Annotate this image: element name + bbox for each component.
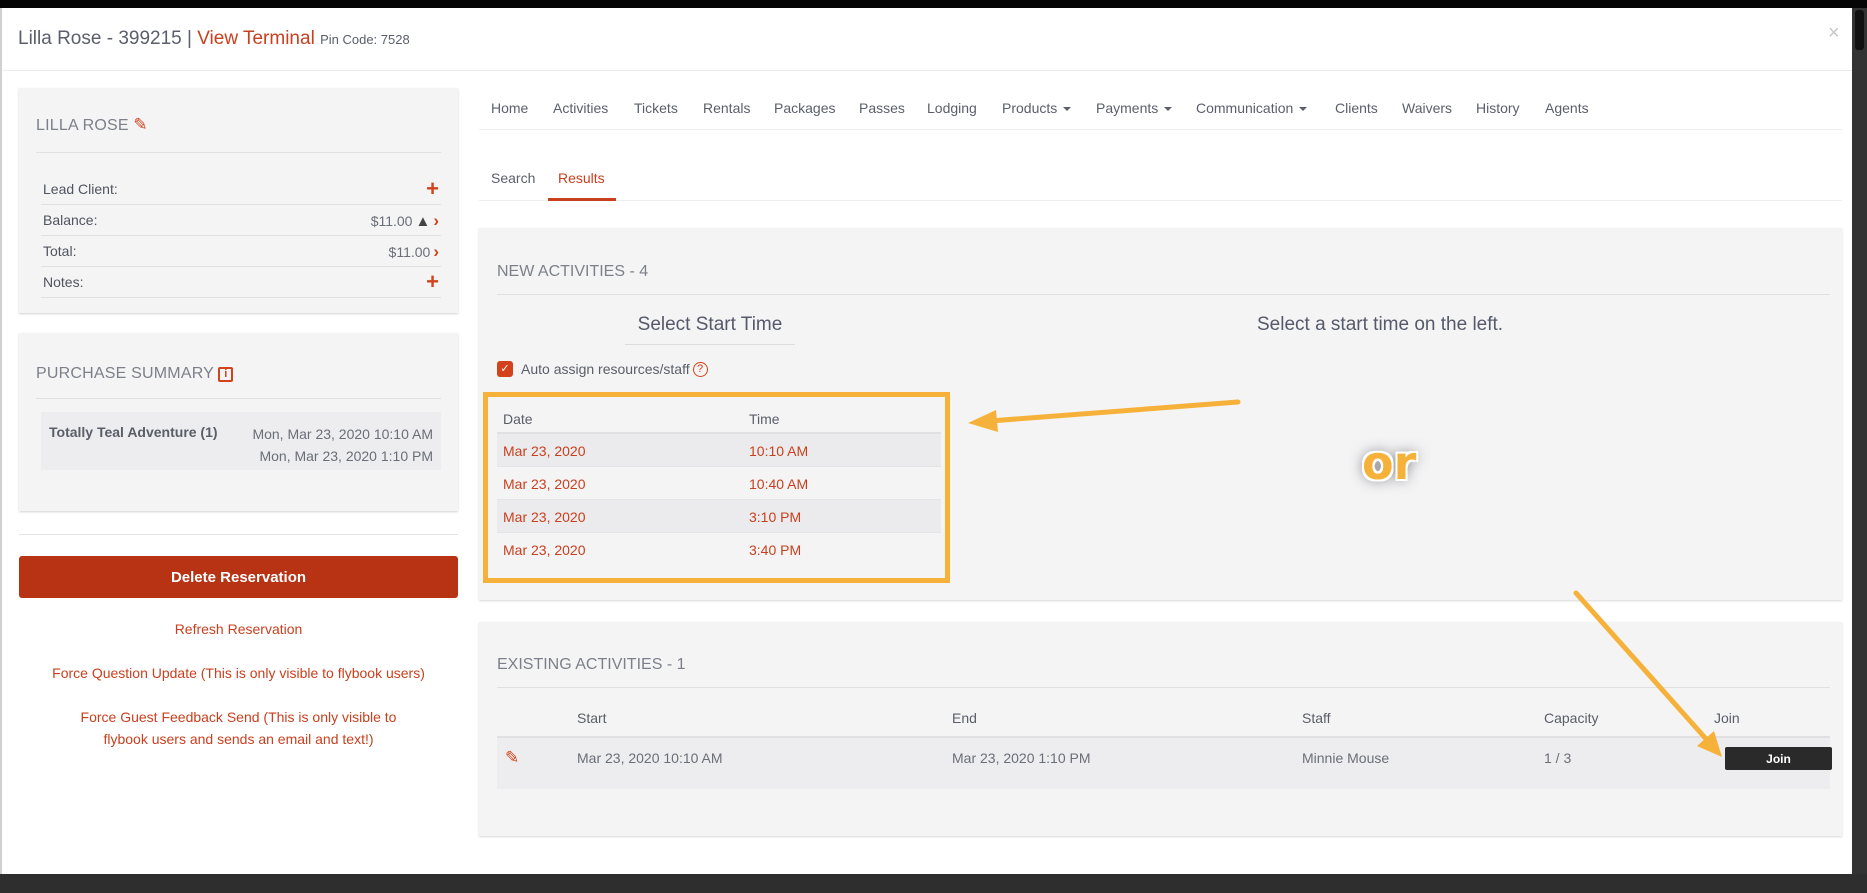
divider: [497, 687, 1830, 688]
select-start-prompt: Select a start time on the left.: [1257, 314, 1504, 335]
window-bottom-bar: [0, 874, 1867, 893]
nav-products[interactable]: Products: [1002, 100, 1072, 116]
new-activities-title: NEW ACTIVITIES - 4: [497, 263, 649, 280]
lead-client-label: Lead Client:: [43, 181, 118, 197]
caret-down-icon: [1063, 107, 1072, 111]
purchase-summary-heading: PURCHASE SUMMARY: [36, 365, 214, 382]
balance-label: Balance:: [43, 212, 98, 228]
existing-activities-title: EXISTING ACTIVITIES - 1: [497, 656, 686, 673]
purchase-summary-title: PURCHASE SUMMARY i: [36, 365, 234, 383]
delete-reservation-button[interactable]: Delete Reservation: [19, 556, 458, 598]
purchase-item-name: Totally Teal Adventure (1): [49, 424, 218, 440]
auto-assign-label: Auto assign resources/staff: [521, 361, 690, 377]
modal-header: Lilla Rose - 399215 | View Terminal Pin …: [2, 8, 1852, 71]
nav-rentals[interactable]: Rentals: [703, 100, 750, 116]
notes-row: Notes: +: [41, 267, 441, 298]
scrollbar-thumb[interactable]: [1855, 10, 1864, 50]
tab-results[interactable]: Results: [558, 170, 605, 186]
existing-activity-row: ✎ Mar 23, 2020 10:10 AM Mar 23, 2020 1:1…: [497, 738, 1832, 789]
purchase-summary-card: PURCHASE SUMMARY i Totally Teal Adventur…: [19, 333, 458, 511]
select-start-time-heading: Select Start Time: [625, 314, 795, 345]
column-capacity: Capacity: [1544, 710, 1599, 726]
existing-table-header: Start End Staff Capacity Join: [497, 702, 1830, 738]
auto-assign-checkbox[interactable]: ✓: [497, 361, 513, 377]
annotation-highlight-box: [483, 392, 950, 583]
view-terminal-link[interactable]: View Terminal: [197, 28, 315, 49]
divider: [497, 294, 1830, 295]
balance-row: Balance: $11.00 ▲ ›: [41, 205, 441, 236]
total-label: Total:: [43, 243, 77, 259]
column-join: Join: [1714, 710, 1740, 726]
client-card-title: LILLA ROSE ✎: [36, 115, 148, 135]
pin-code: Pin Code: 7528: [320, 32, 410, 47]
purchase-item-start: Mon, Mar 23, 2020 10:10 AM: [252, 426, 433, 442]
nav-payments[interactable]: Payments: [1096, 100, 1173, 116]
force-question-update-link[interactable]: Force Question Update (This is only visi…: [19, 662, 458, 684]
column-end: End: [952, 710, 977, 726]
client-name: LILLA ROSE: [36, 117, 129, 134]
row-end: Mar 23, 2020 1:10 PM: [952, 750, 1091, 766]
nav-history[interactable]: History: [1476, 100, 1520, 116]
tab-search[interactable]: Search: [491, 170, 535, 186]
edit-pencil-icon[interactable]: ✎: [133, 115, 147, 134]
lead-client-row: Lead Client: +: [41, 174, 441, 205]
existing-activities-panel: EXISTING ACTIVITIES - 1 Start End Staff …: [479, 622, 1842, 836]
nav-clients[interactable]: Clients: [1335, 100, 1378, 116]
window-top-bar: [0, 0, 1867, 8]
scrollbar[interactable]: [1852, 8, 1867, 874]
nav-products-label: Products: [1002, 100, 1058, 116]
join-button[interactable]: Join: [1725, 747, 1832, 770]
nav-packages[interactable]: Packages: [774, 100, 835, 116]
client-name-id: Lilla Rose - 399215: [18, 28, 182, 49]
annotation-or-label: or: [1362, 436, 1417, 490]
edit-pencil-icon[interactable]: ✎: [505, 748, 519, 768]
add-lead-client-plus-icon[interactable]: +: [426, 178, 439, 200]
row-capacity: 1 / 3: [1544, 750, 1572, 766]
active-tab-indicator: [548, 198, 616, 201]
nav-home[interactable]: Home: [491, 100, 528, 116]
info-icon[interactable]: i: [218, 367, 234, 382]
divider: [36, 152, 441, 153]
nav-communication-label: Communication: [1196, 100, 1294, 116]
nav-passes[interactable]: Passes: [859, 100, 905, 116]
balance-value: $11.00: [370, 213, 413, 229]
column-start: Start: [577, 710, 607, 726]
total-value: $11.00: [388, 244, 431, 260]
purchase-item-end: Mon, Mar 23, 2020 1:10 PM: [259, 448, 433, 464]
divider: [19, 534, 458, 535]
add-notes-plus-icon[interactable]: +: [426, 271, 439, 293]
force-guest-feedback-link[interactable]: Force Guest Feedback Send (This is only …: [19, 706, 458, 750]
nav-agents[interactable]: Agents: [1545, 100, 1589, 116]
main-nav: Home Activities Tickets Rentals Packages…: [479, 96, 1842, 130]
nav-lodging[interactable]: Lodging: [927, 100, 977, 116]
modal-title: Lilla Rose - 399215 | View Terminal Pin …: [18, 28, 410, 50]
caret-down-icon: [1299, 107, 1308, 111]
sub-tabs: Search Results: [479, 166, 1842, 201]
close-icon[interactable]: ×: [1828, 22, 1840, 45]
caret-down-icon: [1164, 107, 1173, 111]
notes-label: Notes:: [43, 274, 84, 290]
nav-activities[interactable]: Activities: [553, 100, 608, 116]
row-staff: Minnie Mouse: [1302, 750, 1390, 766]
purchase-item: Totally Teal Adventure (1) Mon, Mar 23, …: [41, 412, 441, 470]
column-staff: Staff: [1302, 710, 1331, 726]
divider: [36, 398, 441, 399]
client-card: LILLA ROSE ✎ Lead Client: + Balance: $11…: [19, 88, 458, 313]
balance-chevron-right-icon[interactable]: ›: [433, 211, 439, 231]
existing-activities-table: Start End Staff Capacity Join ✎ Mar 23, …: [497, 702, 1832, 789]
nav-waivers[interactable]: Waivers: [1402, 100, 1452, 116]
total-row: Total: $11.00 ›: [41, 236, 441, 267]
auto-assign-option: ✓ Auto assign resources/staff ?: [497, 361, 708, 377]
refresh-reservation-link[interactable]: Refresh Reservation: [19, 618, 458, 640]
total-chevron-right-icon[interactable]: ›: [433, 242, 439, 262]
nav-tickets[interactable]: Tickets: [634, 100, 678, 116]
nav-communication[interactable]: Communication: [1196, 100, 1308, 116]
nav-payments-label: Payments: [1096, 100, 1159, 116]
row-start: Mar 23, 2020 10:10 AM: [577, 750, 723, 766]
warning-icon: ▲: [415, 212, 431, 230]
help-question-icon[interactable]: ?: [692, 361, 708, 377]
title-separator: |: [187, 28, 192, 49]
